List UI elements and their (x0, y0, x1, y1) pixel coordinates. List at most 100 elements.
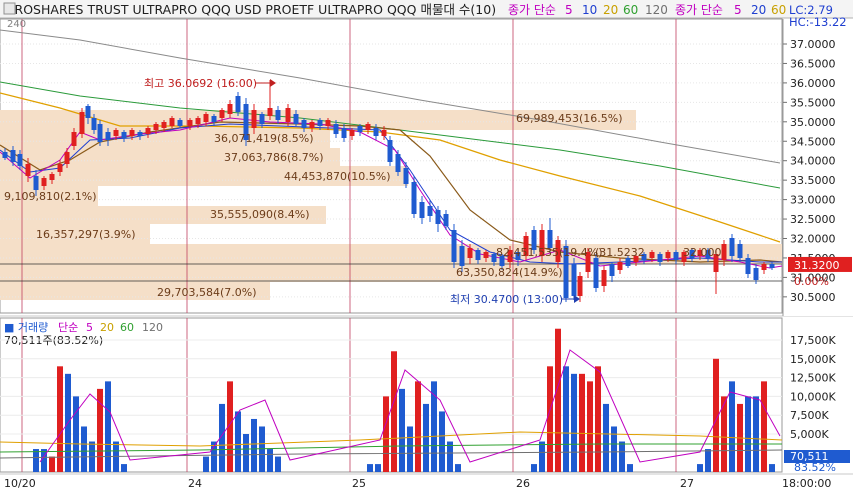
volume-bar (399, 388, 405, 472)
volume-bar (73, 396, 79, 472)
hc-label: HC:-13.22 (789, 15, 847, 29)
sub-period: 240 (7, 19, 26, 30)
volume-profile-label: 63,350,824(14.9%) (456, 266, 563, 279)
ma-legend-60-b: 60 (771, 3, 786, 17)
volume-profile-bar (0, 244, 782, 264)
price-tick-label: 37.0000 (790, 38, 836, 51)
volume-tick-label: 10,000K (790, 390, 836, 403)
candle-body (325, 120, 331, 126)
candle-body (753, 268, 759, 280)
volume-bar (603, 403, 609, 472)
volume-ma-label: 단순 (58, 321, 78, 334)
volume-bar (33, 449, 39, 472)
volume-bar (439, 411, 445, 472)
volume-bar (57, 366, 63, 472)
volume-bar (563, 366, 569, 472)
candle-body (601, 270, 607, 286)
candle-body (745, 258, 751, 274)
volume-profile-label: 9,109,810(2.1%) (4, 190, 97, 203)
volume-bar (547, 366, 553, 472)
ma-legend-5-b: 5 (734, 3, 742, 17)
candle-body (219, 110, 225, 118)
candle-body (459, 246, 465, 266)
volume-bar (105, 381, 111, 472)
ma-legend-20-b: 20 (751, 3, 766, 17)
candle-body (169, 118, 175, 126)
volume-bar (705, 449, 711, 472)
volume-bar (203, 456, 209, 472)
volume-profile-label: 82,451,535(19.4%) (496, 246, 603, 259)
volume-bar (391, 351, 397, 472)
candle-body (105, 132, 111, 140)
volume-bar (235, 411, 241, 472)
candle-body (49, 174, 55, 180)
x-axis-label: 18:00:00 (782, 477, 831, 490)
candle-body (57, 164, 63, 172)
candle-body (451, 230, 457, 262)
overlap-label: 32.000 (683, 246, 722, 259)
volume-bar (49, 456, 55, 472)
candle-body (259, 114, 265, 124)
candle-body (373, 128, 379, 136)
price-tick-label: 33.5000 (790, 174, 836, 187)
candle-body (365, 124, 371, 130)
candle-body (195, 118, 201, 124)
ma-legend-20: 20 (603, 3, 618, 17)
volume-bar (267, 449, 273, 472)
volume-profile-label: 44,453,870(10.5%) (284, 170, 391, 183)
candle-body (211, 116, 217, 122)
volume-bar (539, 441, 545, 472)
price-tick-label: 36.5000 (790, 57, 836, 70)
candle-body (137, 132, 143, 136)
volume-panel[interactable]: ■ 거래량 단순 5 20 60 12070,511주(83.52%) 17,500K15,… (0, 317, 853, 490)
x-axis-label: 25 (352, 477, 366, 490)
candle-body (665, 252, 671, 258)
volume-bar (375, 464, 381, 472)
candle-body (317, 120, 323, 126)
low-annotation: 최저 30.4700 (13:00) (450, 293, 563, 306)
price-tick-label: 33.0000 (790, 194, 836, 207)
ma-legend-60: 60 (623, 3, 638, 17)
ma-legend-label-2: 종가 단순 (675, 3, 723, 17)
volume-current-pct: 83.52% (794, 461, 836, 474)
volume-bar (243, 434, 249, 472)
volume-bar (753, 396, 759, 472)
volume-profile-label: 69,989,453(16.5%) (516, 112, 623, 125)
volume-bar (41, 449, 47, 472)
candle-body (411, 182, 417, 214)
volume-profile-label: 37,063,786(8.7%) (224, 151, 324, 164)
candle-body (427, 206, 433, 216)
candle-body (419, 202, 425, 218)
change-percent: 0.00% (794, 275, 829, 288)
volume-tick-label: 15,000K (790, 353, 836, 366)
menu-button[interactable] (3, 2, 16, 15)
candle-body (403, 168, 409, 184)
candle-body (113, 130, 119, 136)
ma-legend-5: 5 (565, 3, 573, 17)
volume-bar (81, 426, 87, 472)
chart-canvas[interactable]: 69,989,453(16.5%) 36,071,419(8.5%) 37,063,… (0, 0, 853, 492)
candle-body (41, 178, 47, 186)
candle-body (483, 252, 489, 258)
volume-bar (729, 381, 735, 472)
volume-bar (571, 373, 577, 472)
candle-body (673, 252, 679, 260)
candle-body (571, 264, 577, 296)
volume-bar (619, 441, 625, 472)
volume-bar (611, 426, 617, 472)
candle-body (227, 104, 233, 114)
volume-bar (251, 418, 257, 472)
candle-body (161, 122, 167, 128)
candle-body (349, 130, 355, 136)
price-tick-label: 36.0000 (790, 77, 836, 90)
candle-body (121, 132, 127, 138)
candle-body (737, 244, 743, 258)
candle-body (333, 124, 339, 134)
candle-body (2, 152, 8, 158)
volume-profile-label: 16,357,297(3.9%) (36, 228, 136, 241)
candle-body (617, 262, 623, 270)
price-panel[interactable]: 69,989,453(16.5%) 36,071,419(8.5%) 37,063,… (0, 18, 853, 317)
candle-body (97, 124, 103, 142)
volume-bar (121, 464, 127, 472)
stock-chart-window: 69,989,453(16.5%) 36,071,419(8.5%) 37,063,… (0, 0, 853, 492)
